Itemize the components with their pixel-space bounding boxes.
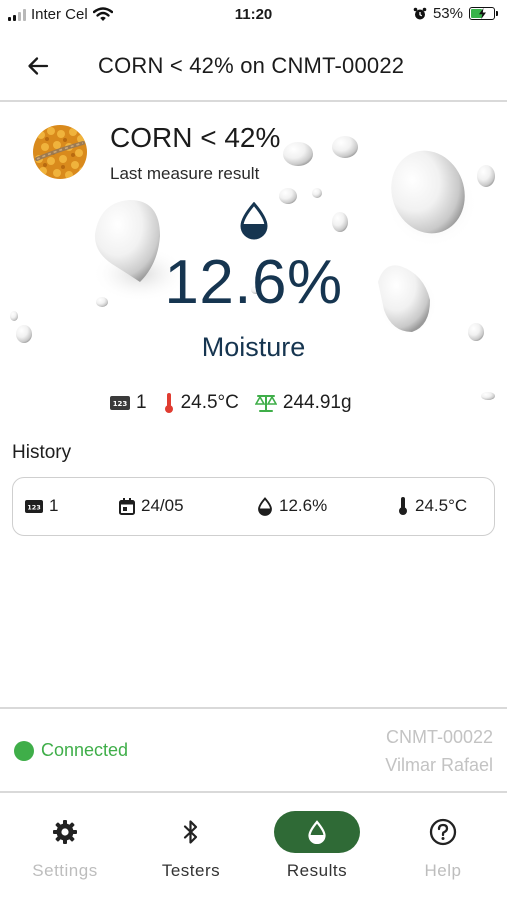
drop-icon [308, 820, 326, 844]
alarm-icon [413, 7, 427, 19]
thermometer-icon [399, 497, 407, 515]
page-title: CORN < 42% on CNMT-00022 [98, 53, 405, 78]
battery-icon [469, 7, 498, 20]
calendar-icon [119, 497, 135, 515]
numbers-icon: 123 [110, 396, 130, 410]
nav-results-label: Results [286, 861, 348, 880]
corn-image [33, 125, 87, 179]
user-name: Vilmar Rafael [385, 755, 493, 775]
device-id: CNMT-00022 [385, 727, 493, 747]
help-icon [429, 818, 457, 846]
status-dot-icon [14, 740, 34, 761]
history-moisture: 12.6% [257, 496, 327, 516]
weight-stat: 244.91g [254, 392, 352, 414]
crop-avatar [33, 125, 87, 179]
last-measure-label: Last measure result [110, 164, 260, 183]
nav-help[interactable]: Help [380, 795, 506, 900]
nav-results[interactable]: Results [254, 795, 380, 900]
connection-footer: Connected CNMT-00022 Vilmar Rafael [0, 707, 507, 793]
history-label: History [12, 442, 72, 463]
nav-results-indicator [274, 811, 360, 853]
nav-testers-label: Testers [161, 861, 221, 880]
nav-help-label: Help [424, 861, 462, 880]
moisture-drop-icon [240, 202, 268, 240]
bottom-nav: Settings Testers Results Help [0, 795, 507, 900]
gear-icon [53, 820, 77, 844]
battery-percent: 53% [432, 5, 463, 22]
arrow-left-icon [28, 57, 49, 75]
history-temperature: 24.5°C [397, 496, 467, 516]
bluetooth-icon [183, 820, 198, 844]
history-date: 24/05 [119, 496, 184, 516]
weight-value: 244.91g [282, 392, 352, 413]
moisture-label: Moisture [201, 332, 306, 362]
history-date-value: 24/05 [141, 496, 184, 515]
status-right: 53% [413, 5, 498, 22]
nav-settings-label: Settings [32, 861, 98, 880]
status-bar: Inter Cel 11:20 53% [0, 0, 507, 30]
numbers-icon: 123 [25, 499, 43, 513]
connection-status: Connected [14, 740, 128, 761]
history-moisture-value: 12.6% [279, 496, 328, 515]
drop-icon [258, 496, 272, 516]
sample-number: 1 [136, 392, 147, 413]
scale-icon [254, 395, 277, 412]
back-button[interactable] [22, 50, 54, 82]
nav-settings[interactable]: Settings [2, 795, 128, 900]
nav-testers[interactable]: Testers [128, 795, 254, 900]
crop-name: CORN < 42% [110, 122, 281, 153]
history-sample: 123 1 [25, 496, 58, 516]
svg-text:123: 123 [27, 503, 41, 511]
history-temperature-value: 24.5°C [415, 496, 468, 515]
history-entry[interactable]: 123 1 24/05 12.6% 24.5°C [12, 477, 495, 536]
measurement-card: CORN < 42% Last measure result 12.6% Moi… [0, 104, 507, 434]
moisture-value: 12.6% [164, 248, 343, 317]
sample-number-stat: 123 1 [110, 392, 147, 414]
stats-row: 123 1 24.5°C 244.91g [110, 392, 368, 414]
svg-text:123: 123 [113, 400, 128, 408]
app-bar: CORN < 42% on CNMT-00022 [0, 30, 507, 102]
connection-label: Connected [41, 740, 129, 760]
thermometer-icon [164, 393, 173, 413]
history-sample-value: 1 [49, 496, 59, 515]
temperature-stat: 24.5°C [163, 392, 239, 414]
temperature-value: 24.5°C [180, 392, 239, 413]
